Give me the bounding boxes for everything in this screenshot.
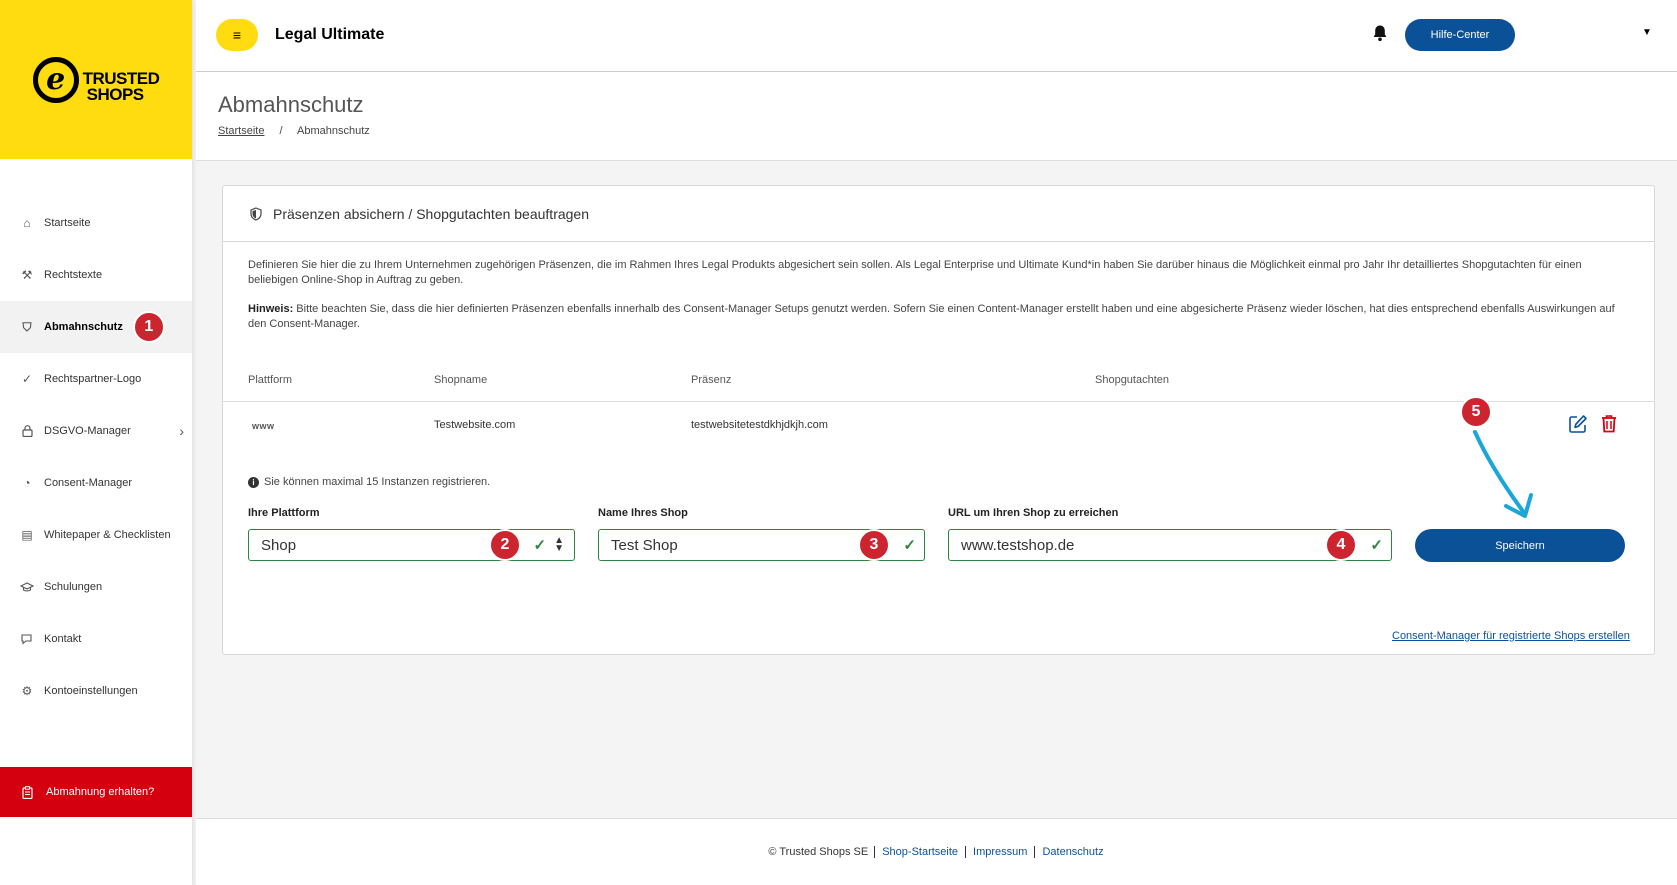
url-label: URL um Ihren Shop zu erreichen xyxy=(948,507,1119,519)
step-badge-4: 4 xyxy=(1325,529,1357,561)
logo-wordmark: TRUSTED SHOPS xyxy=(83,70,160,104)
breadcrumb-home-link[interactable]: Startseite xyxy=(218,125,264,137)
step-badge-1: 1 xyxy=(132,311,165,343)
card-title: Präsenzen absichern / Shopgutachten beau… xyxy=(273,205,590,222)
abmahnung-erhalten-button[interactable]: Abmahnung erhalten? xyxy=(0,767,192,817)
logo-e-mark: e xyxy=(32,56,79,103)
page-title: Abmahnschutz xyxy=(218,92,364,117)
gear-icon: ⚙ xyxy=(21,684,33,698)
app-title: Legal Ultimate xyxy=(275,26,385,43)
breadcrumb-current: Abmahnschutz xyxy=(297,125,370,137)
sidebar-item-label: Kontoeinstellungen xyxy=(44,685,138,697)
presences-card: Präsenzen absichern / Shopgutachten beau… xyxy=(222,185,1655,655)
chat-icon xyxy=(20,632,34,646)
footer: © Trusted Shops SE Shop-Startseite Impre… xyxy=(196,818,1677,885)
shield-icon xyxy=(249,206,263,221)
sidebar-item-label: DSGVO-Manager xyxy=(44,425,131,437)
top-bar: ≡ Legal Ultimate Hilfe-Center ▼ xyxy=(196,0,1677,72)
sidebar-item-consent-manager[interactable]: ◔ Consent-Manager xyxy=(0,457,192,509)
footer-link-datenschutz[interactable]: Datenschutz xyxy=(1034,846,1110,858)
table-header-shopgutachten: Shopgutachten xyxy=(1095,374,1170,386)
logo-line-2: SHOPS xyxy=(86,84,145,104)
chevron-right-icon: › xyxy=(179,423,184,439)
hint-text: Bitte beachten Sie, dass die hier defini… xyxy=(248,303,1615,330)
platform-select[interactable]: Shop 2 ✓ ▲ ▼ xyxy=(248,529,575,561)
hamburger-icon: ≡ xyxy=(232,27,242,43)
valid-check-icon: ✓ xyxy=(903,537,916,554)
sidebar-item-schulungen[interactable]: Schulungen xyxy=(0,561,192,613)
clipboard-icon xyxy=(20,785,34,799)
account-dropdown-caret-icon[interactable]: ▼ xyxy=(1642,27,1652,38)
select-sort-icon: ▲ ▼ xyxy=(554,535,564,554)
table-cell-praesenz: testwebsitetestdkhjdkjh.com xyxy=(691,419,828,431)
sidebar-item-kontoeinstellungen[interactable]: ⚙ Kontoeinstellungen xyxy=(0,665,192,717)
sidebar-item-label: Abmahnschutz xyxy=(44,321,123,333)
logo-area[interactable]: e TRUSTED SHOPS xyxy=(0,0,192,159)
valid-check-icon: ✓ xyxy=(533,537,547,554)
step-badge-3: 3 xyxy=(858,529,890,561)
abmahnung-label: Abmahnung erhalten? xyxy=(46,786,155,798)
sidebar-item-startseite[interactable]: ⌂ Startseite xyxy=(0,197,192,249)
shop-name-input[interactable]: Test Shop 3 ✓ xyxy=(598,529,925,561)
page-header: Abmahnschutz Startseite / Abmahnschutz xyxy=(196,72,1677,161)
graduation-cap-icon xyxy=(20,580,34,594)
info-icon: i xyxy=(248,476,259,488)
sidebar-item-kontakt[interactable]: Kontakt xyxy=(0,613,192,665)
table-header-praesenz: Präsenz xyxy=(691,374,732,386)
instance-limit-text: Sie können maximal 15 Instanzen registri… xyxy=(264,476,491,488)
document-icon: ▤ xyxy=(21,528,33,542)
sidebar-item-rechtspartner-logo[interactable]: ✓ Rechtspartner-Logo xyxy=(0,353,192,405)
check-circle-icon: ✓ xyxy=(21,372,33,386)
lock-icon xyxy=(20,424,34,438)
table-cell-platform: www xyxy=(252,421,275,431)
save-button[interactable]: Speichern xyxy=(1415,529,1625,562)
sidebar-item-rechtstexte[interactable]: ⚒ Rechtstexte xyxy=(0,249,192,301)
trash-icon[interactable] xyxy=(1601,414,1617,438)
sidebar-item-label: Consent-Manager xyxy=(44,477,133,489)
table-divider xyxy=(223,401,1654,402)
breadcrumb-separator: / xyxy=(279,125,283,137)
sidebar-item-label: Rechtstexte xyxy=(44,269,103,281)
hint-label: Hinweis: xyxy=(248,303,294,315)
url-value: www.testshop.de xyxy=(961,536,1075,554)
shop-name-label: Name Ihres Shop xyxy=(598,507,688,519)
sidebar-item-dsgvo-manager[interactable]: DSGVO-Manager › xyxy=(0,405,192,457)
footer-link-shop-startseite[interactable]: Shop-Startseite xyxy=(874,846,965,858)
table-header-shopname: Shopname xyxy=(434,374,488,386)
table-header-plattform: Plattform xyxy=(248,374,293,386)
hand-drawn-arrow-icon xyxy=(1473,430,1533,518)
sidebar-item-label: Startseite xyxy=(44,217,91,229)
bell-icon[interactable] xyxy=(1372,24,1388,47)
home-icon: ⌂ xyxy=(23,216,31,230)
breadcrumb: Startseite / Abmahnschutz xyxy=(218,125,370,137)
table-cell-shopname: Testwebsite.com xyxy=(434,419,516,431)
shield-icon: ⛉ xyxy=(22,319,32,334)
hilfe-center-button[interactable]: Hilfe-Center xyxy=(1405,19,1515,51)
edit-icon[interactable] xyxy=(1568,414,1588,440)
sidebar-item-label: Whitepaper & Checklisten xyxy=(44,529,171,541)
step-badge-2: 2 xyxy=(489,529,521,561)
sidebar-item-label: Rechtspartner-Logo xyxy=(44,373,142,385)
consent-manager-link[interactable]: Consent-Manager für registrierte Shops e… xyxy=(1392,630,1630,642)
menu-toggle-button[interactable]: ≡ xyxy=(216,19,258,51)
sidebar-nav: ⌂ Startseite ⚒ Rechtstexte ⛉ Abmahnschut… xyxy=(0,197,192,717)
footer-copyright: © Trusted Shops SE xyxy=(768,846,869,858)
hammer-icon: ⚒ xyxy=(21,268,33,282)
sidebar-item-abmahnschutz[interactable]: ⛉ Abmahnschutz 1 xyxy=(0,301,192,353)
sidebar-item-whitepaper[interactable]: ▤ Whitepaper & Checklisten xyxy=(0,509,192,561)
footer-link-impressum[interactable]: Impressum xyxy=(965,846,1034,858)
valid-check-icon: ✓ xyxy=(1370,537,1383,554)
sidebar-item-label: Schulungen xyxy=(44,581,103,593)
sidebar-item-label: Kontakt xyxy=(44,633,82,645)
platform-label: Ihre Plattform xyxy=(248,507,320,519)
card-hint: Hinweis: Bitte beachten Sie, dass die hi… xyxy=(248,302,1628,332)
trusted-shops-logo: e TRUSTED SHOPS xyxy=(32,56,160,104)
instance-limit-note: i Sie können maximal 15 Instanzen regist… xyxy=(248,476,490,488)
card-description: Definieren Sie hier die zu Ihrem Unterne… xyxy=(248,259,1582,286)
cookie-icon: ◔ xyxy=(23,476,31,490)
url-input[interactable]: www.testshop.de 4 ✓ xyxy=(948,529,1392,561)
sidebar: e TRUSTED SHOPS ⌂ Startseite ⚒ Rechtstex… xyxy=(0,0,192,885)
card-header: Präsenzen absichern / Shopgutachten beau… xyxy=(223,186,1654,242)
